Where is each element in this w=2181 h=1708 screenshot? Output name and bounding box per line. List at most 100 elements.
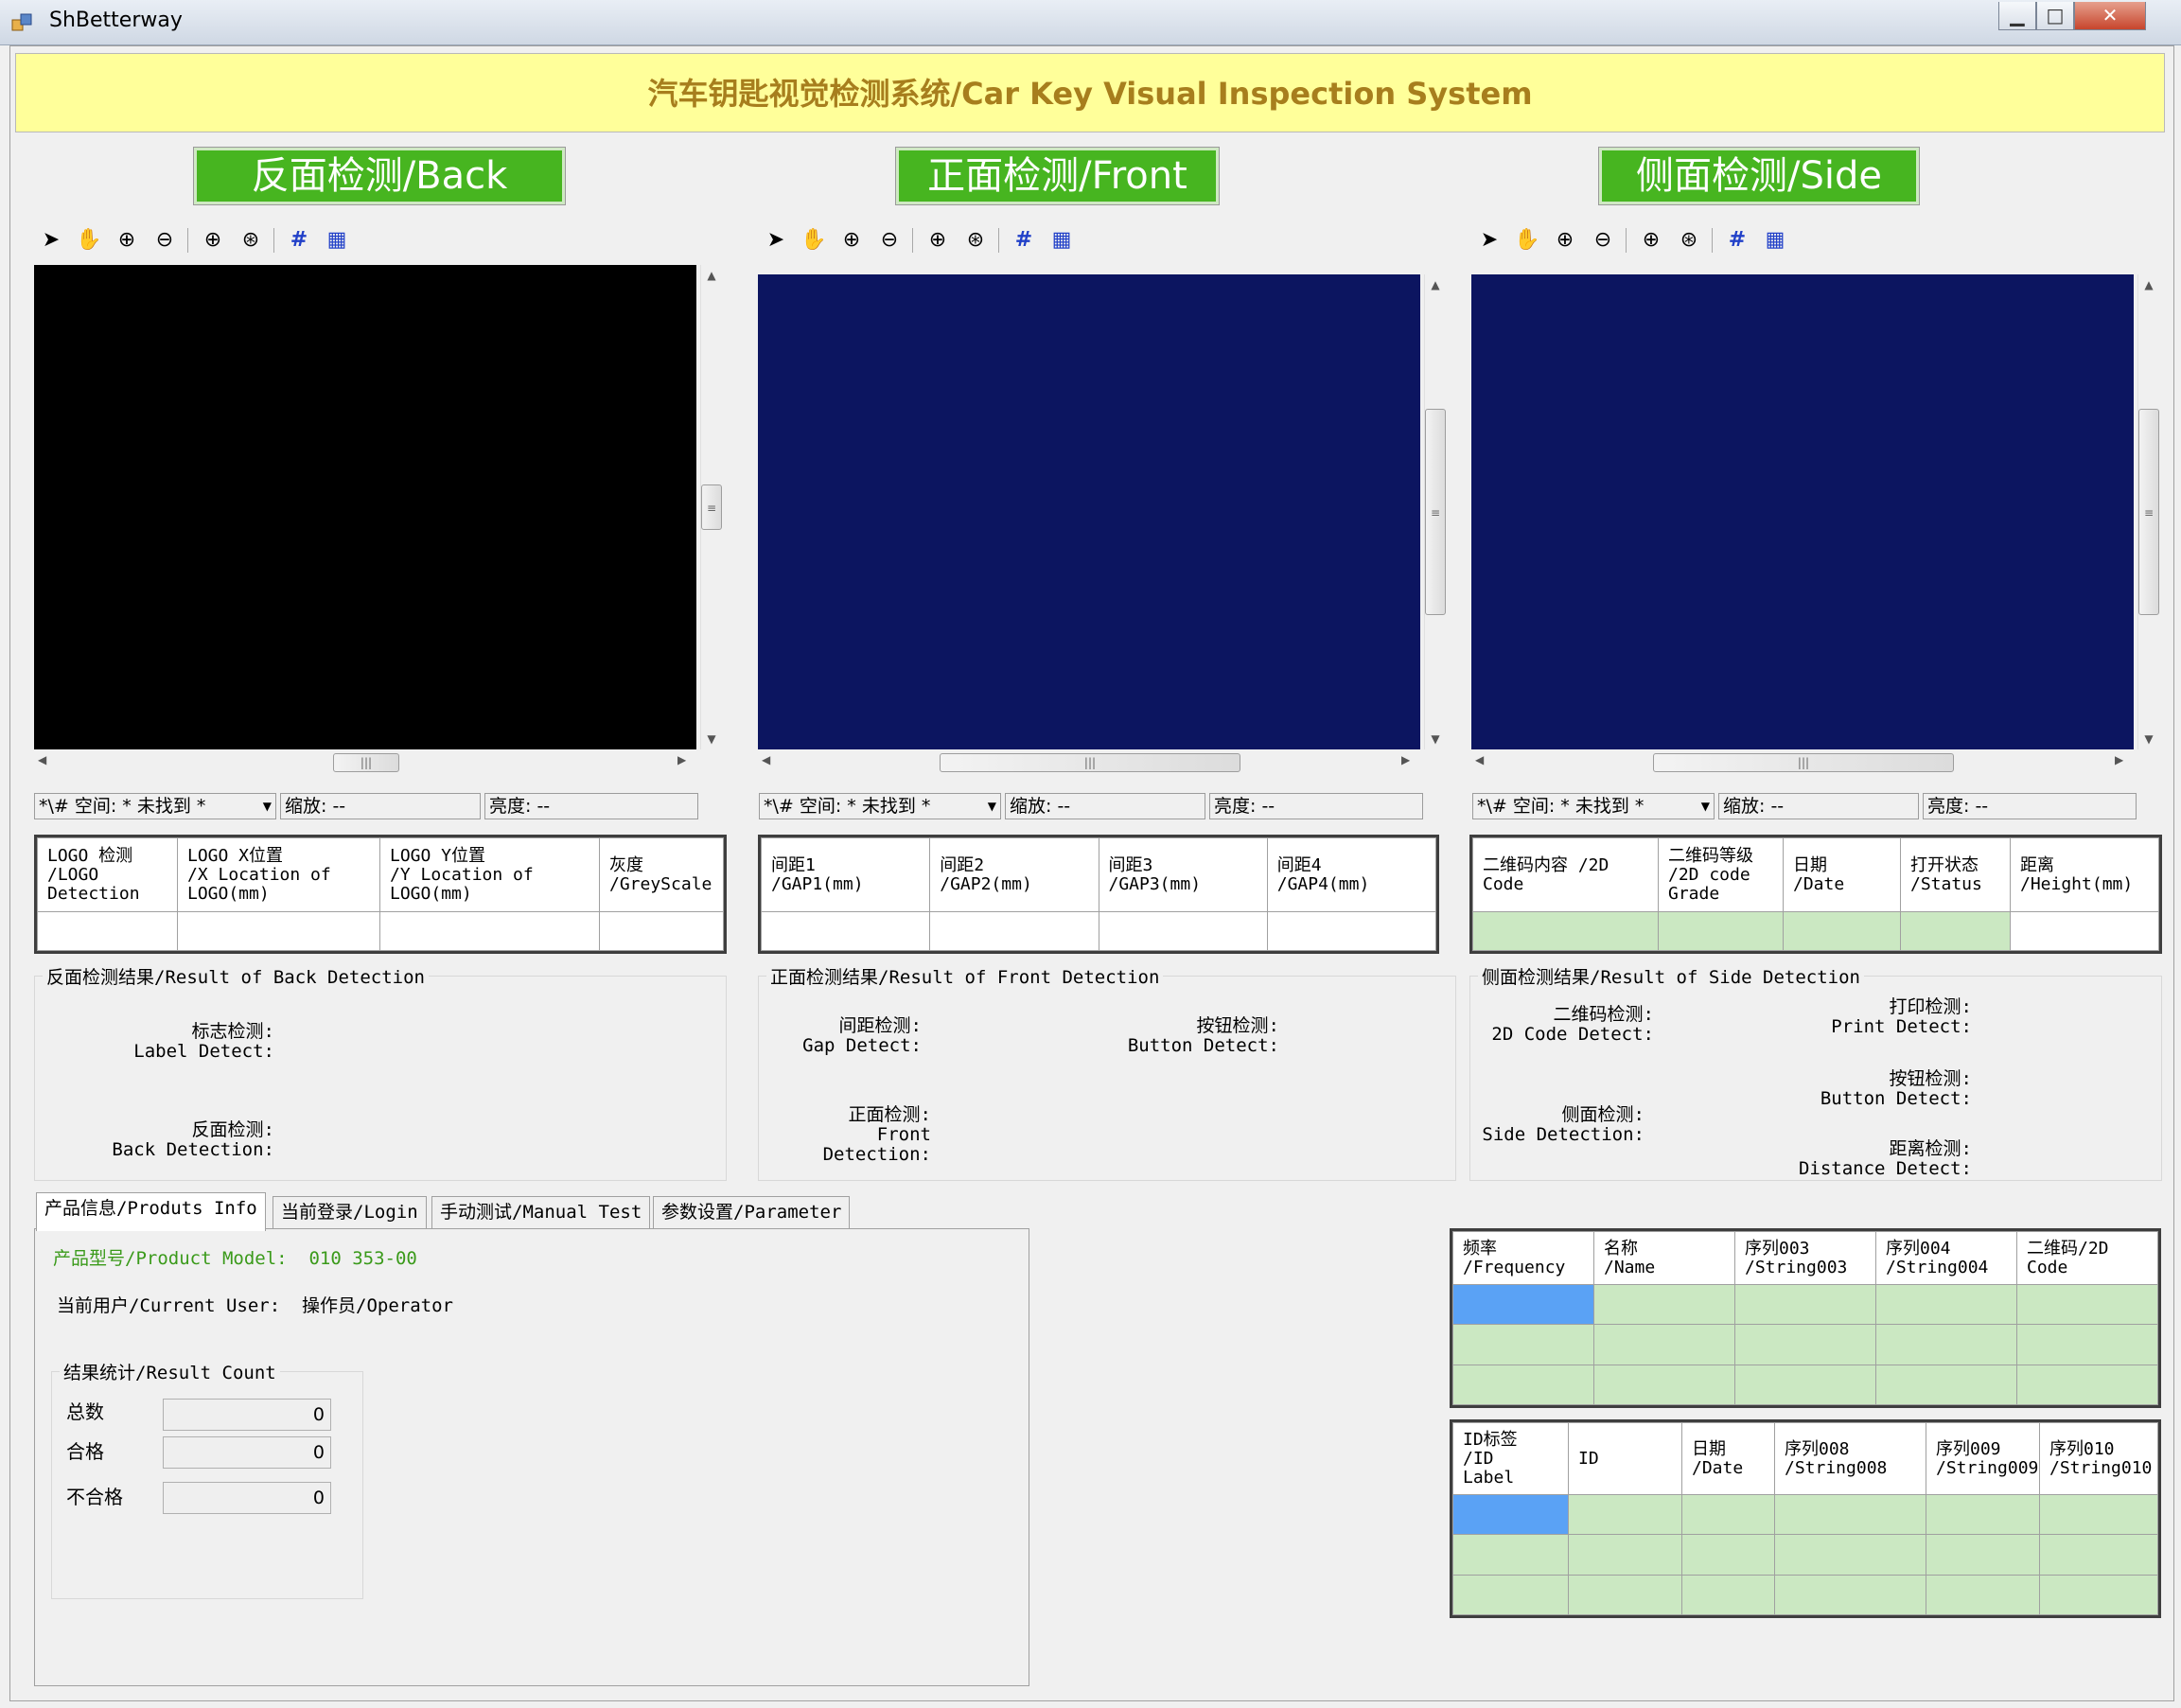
- grid-icon[interactable]: #: [1720, 223, 1754, 257]
- table-header: 间距1 /GAP1(mm): [760, 837, 931, 912]
- label-detect-label: 标志检测: Label Detect:: [133, 1021, 274, 1062]
- pan-hand-icon[interactable]: ✋: [72, 223, 106, 257]
- zoom-in-icon[interactable]: ⊕: [835, 223, 869, 257]
- table-header: 日期 /Date: [1783, 837, 1901, 912]
- dropdown-arrow-icon: ▼: [262, 800, 272, 813]
- table-row: [1452, 1364, 2158, 1406]
- back-detect-button[interactable]: 反面检测/Back: [193, 147, 566, 205]
- maximize-button[interactable]: □: [2036, 2, 2074, 30]
- front-brightness-status: 亮度: --: [1209, 793, 1423, 819]
- scroll-thumb[interactable]: |||: [1653, 753, 1954, 772]
- front-horizontal-scrollbar[interactable]: ◀ ||| ▶: [758, 751, 1420, 774]
- tab-product-info[interactable]: 产品信息/Produts Info: [36, 1192, 266, 1231]
- back-horizontal-scrollbar[interactable]: ◀ ||| ▶: [34, 751, 696, 774]
- front-vertical-scrollbar[interactable]: ▲ ≡ ▼: [1424, 274, 1446, 749]
- scroll-thumb[interactable]: ≡: [2138, 409, 2159, 615]
- zoom-in-icon[interactable]: ⊕: [110, 223, 144, 257]
- banner-title: 汽车钥匙视觉检测系统/Car Key Visual Inspection Sys…: [15, 53, 2165, 132]
- scroll-thumb[interactable]: ≡: [1425, 409, 1446, 615]
- front-zoom-status: 缩放: --: [1005, 793, 1205, 819]
- group-title: 侧面检测结果/Result of Side Detection: [1482, 967, 1860, 988]
- window-title: ShBetterway: [49, 9, 183, 32]
- table-header: 序列003 /String003: [1734, 1231, 1876, 1285]
- zoom-in-icon[interactable]: ⊕: [1548, 223, 1582, 257]
- front-detect-button[interactable]: 正面检测/Front: [895, 147, 1220, 205]
- side-brightness-status: 亮度: --: [1923, 793, 2137, 819]
- zoom-actual-icon[interactable]: ⊛: [959, 223, 993, 257]
- total-label: 总数: [66, 1400, 104, 1423]
- gap-detect-label: 间距检测: Gap Detect:: [802, 1015, 922, 1056]
- app-icon: [11, 11, 36, 34]
- zoom-fit-icon[interactable]: ⊕: [196, 223, 230, 257]
- frequency-table: 频率 /Frequency 名称 /Name 序列003 /String003 序列0…: [1450, 1228, 2161, 1408]
- tab-manual-test[interactable]: 手动测试/Manual Test: [431, 1196, 651, 1229]
- table-header: 序列008 /String008: [1774, 1422, 1926, 1495]
- table-row: [1452, 1283, 2158, 1326]
- fine-grid-icon[interactable]: ▦: [320, 223, 354, 257]
- grid-icon[interactable]: #: [1007, 223, 1041, 257]
- pan-hand-icon[interactable]: ✋: [1510, 223, 1544, 257]
- fine-grid-icon[interactable]: ▦: [1758, 223, 1792, 257]
- zoom-actual-icon[interactable]: ⊛: [234, 223, 268, 257]
- grid-icon[interactable]: #: [282, 223, 316, 257]
- side-toolbar: ➤ ✋ ⊕ ⊖ ⊕ ⊛ # ▦: [1472, 223, 1796, 257]
- table-row: [1452, 1534, 2158, 1576]
- front-space-status[interactable]: *\# 空间: * 未找到 * ▼: [759, 793, 1001, 819]
- product-model-value: 010 353-00: [308, 1248, 417, 1269]
- side-detect-button[interactable]: 侧面检测/Side: [1598, 147, 1920, 205]
- minimize-button[interactable]: ▁: [1998, 2, 2036, 30]
- group-title: 结果统计/Result Count: [63, 1363, 276, 1383]
- current-user-value: 操作员/Operator: [302, 1295, 453, 1316]
- zoom-actual-icon[interactable]: ⊛: [1672, 223, 1706, 257]
- tab-login[interactable]: 当前登录/Login: [273, 1196, 427, 1229]
- back-space-status[interactable]: *\# 空间: * 未找到 * ▼: [34, 793, 276, 819]
- front-image-view[interactable]: [758, 274, 1420, 749]
- group-title: 正面检测结果/Result of Front Detection: [770, 967, 1160, 988]
- dropdown-arrow-icon: ▼: [1700, 800, 1710, 813]
- table-header: 日期 /Date: [1681, 1422, 1775, 1495]
- table-row: [37, 911, 724, 951]
- pass-label: 合格: [66, 1440, 104, 1463]
- table-header: 二维码等级 /2D code Grade: [1658, 837, 1784, 912]
- fail-count-field: 0: [163, 1482, 331, 1514]
- pointer-icon[interactable]: ➤: [759, 223, 793, 257]
- product-model-label: 产品型号/Product Model: 010 353-00: [53, 1248, 417, 1269]
- id-label-table: ID标签 /ID Label ID 日期 /Date 序列008 /String008…: [1450, 1419, 2161, 1618]
- table-header: 序列004 /String004: [1875, 1231, 2017, 1285]
- scroll-thumb[interactable]: ≡: [701, 484, 722, 530]
- fine-grid-icon[interactable]: ▦: [1045, 223, 1079, 257]
- total-count-field: 0: [163, 1399, 331, 1431]
- table-header: 名称 /Name: [1593, 1231, 1735, 1285]
- dropdown-arrow-icon: ▼: [987, 800, 996, 813]
- table-header: 二维码/2D Code: [2016, 1231, 2158, 1285]
- close-button[interactable]: ✕: [2074, 2, 2146, 30]
- distance-detect-label: 距离检测: Distance Detect:: [1798, 1138, 1972, 1179]
- zoom-out-icon[interactable]: ⊖: [872, 223, 906, 257]
- table-header: 间距2 /GAP2(mm): [929, 837, 1099, 912]
- button-detect-label: 按钮检测: Button Detect:: [1127, 1015, 1279, 1056]
- scroll-thumb[interactable]: |||: [940, 753, 1240, 772]
- scroll-thumb[interactable]: |||: [333, 753, 399, 772]
- pan-hand-icon[interactable]: ✋: [797, 223, 831, 257]
- side-space-status[interactable]: *\# 空间: * 未找到 * ▼: [1472, 793, 1715, 819]
- zoom-fit-icon[interactable]: ⊕: [921, 223, 955, 257]
- zoom-out-icon[interactable]: ⊖: [148, 223, 182, 257]
- table-header: 距离 /Height(mm): [2010, 837, 2159, 912]
- zoom-fit-icon[interactable]: ⊕: [1634, 223, 1668, 257]
- tab-parameter[interactable]: 参数设置/Parameter: [653, 1196, 851, 1229]
- side-image-view[interactable]: [1471, 274, 2134, 749]
- table-header: 二维码内容 /2D Code: [1472, 837, 1659, 912]
- zoom-out-icon[interactable]: ⊖: [1586, 223, 1620, 257]
- pointer-icon[interactable]: ➤: [1472, 223, 1506, 257]
- side-horizontal-scrollbar[interactable]: ◀ ||| ▶: [1471, 751, 2134, 774]
- back-image-view[interactable]: [34, 265, 696, 749]
- side-zoom-status: 缩放: --: [1718, 793, 1919, 819]
- back-vertical-scrollbar[interactable]: ▲ ≡ ▼: [700, 265, 722, 749]
- title-bar: ShBetterway ▁ □ ✕: [0, 0, 2181, 45]
- table-header: 打开状态 /Status: [1900, 837, 2011, 912]
- back-result-table: LOGO 检测 /LOGO Detection LOGO X位置 /X Locat…: [34, 835, 727, 954]
- side-vertical-scrollbar[interactable]: ▲ ≡ ▼: [2137, 274, 2159, 749]
- pointer-icon[interactable]: ➤: [34, 223, 68, 257]
- side-result-table: 二维码内容 /2D Code 二维码等级 /2D code Grade 日期 /Da…: [1469, 835, 2162, 954]
- front-result-table: 间距1 /GAP1(mm) 间距2 /GAP2(mm) 间距3 /GAP3(mm) 间…: [758, 835, 1439, 954]
